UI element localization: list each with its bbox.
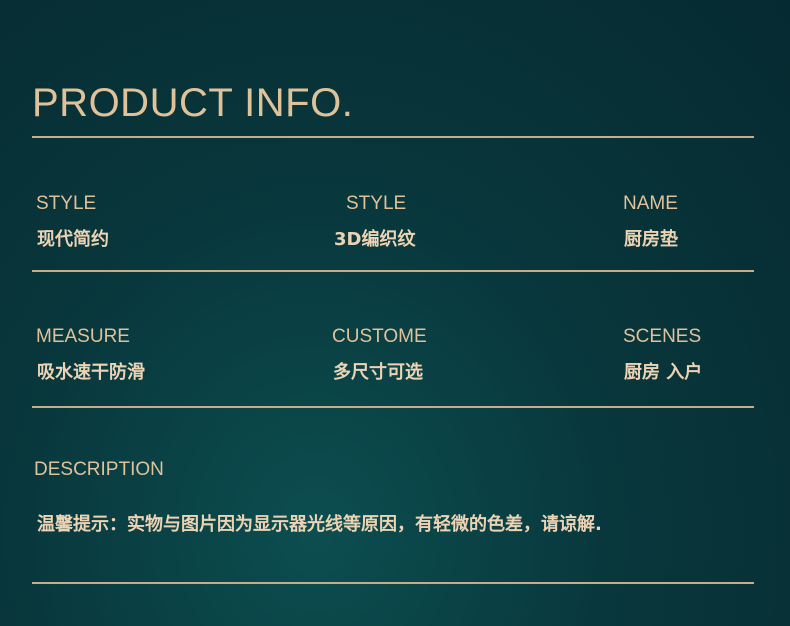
divider	[32, 406, 754, 408]
description-text: 温馨提示：实物与图片因为显示器光线等原因，有轻微的色差，请谅解.	[37, 514, 602, 535]
measure-label: MEASURE	[36, 326, 130, 347]
style-value-2: 3D编织纹	[334, 229, 416, 250]
page-title: PRODUCT INFO.	[32, 81, 354, 125]
style-value: 现代简约	[37, 229, 109, 250]
scenes-label: SCENES	[623, 326, 702, 347]
name-label: NAME	[623, 193, 678, 214]
style-label: STYLE	[36, 193, 97, 214]
measure-value: 吸水速干防滑	[37, 362, 145, 383]
custome-value: 多尺寸可选	[333, 362, 423, 383]
divider	[32, 136, 754, 138]
style-label-2: STYLE	[346, 193, 407, 214]
divider	[32, 270, 754, 272]
name-value: 厨房垫	[624, 229, 678, 250]
description-label: DESCRIPTION	[34, 459, 164, 480]
divider	[32, 582, 754, 584]
scenes-value: 厨房 入户	[624, 362, 703, 383]
custome-label: CUSTOME	[332, 326, 427, 347]
